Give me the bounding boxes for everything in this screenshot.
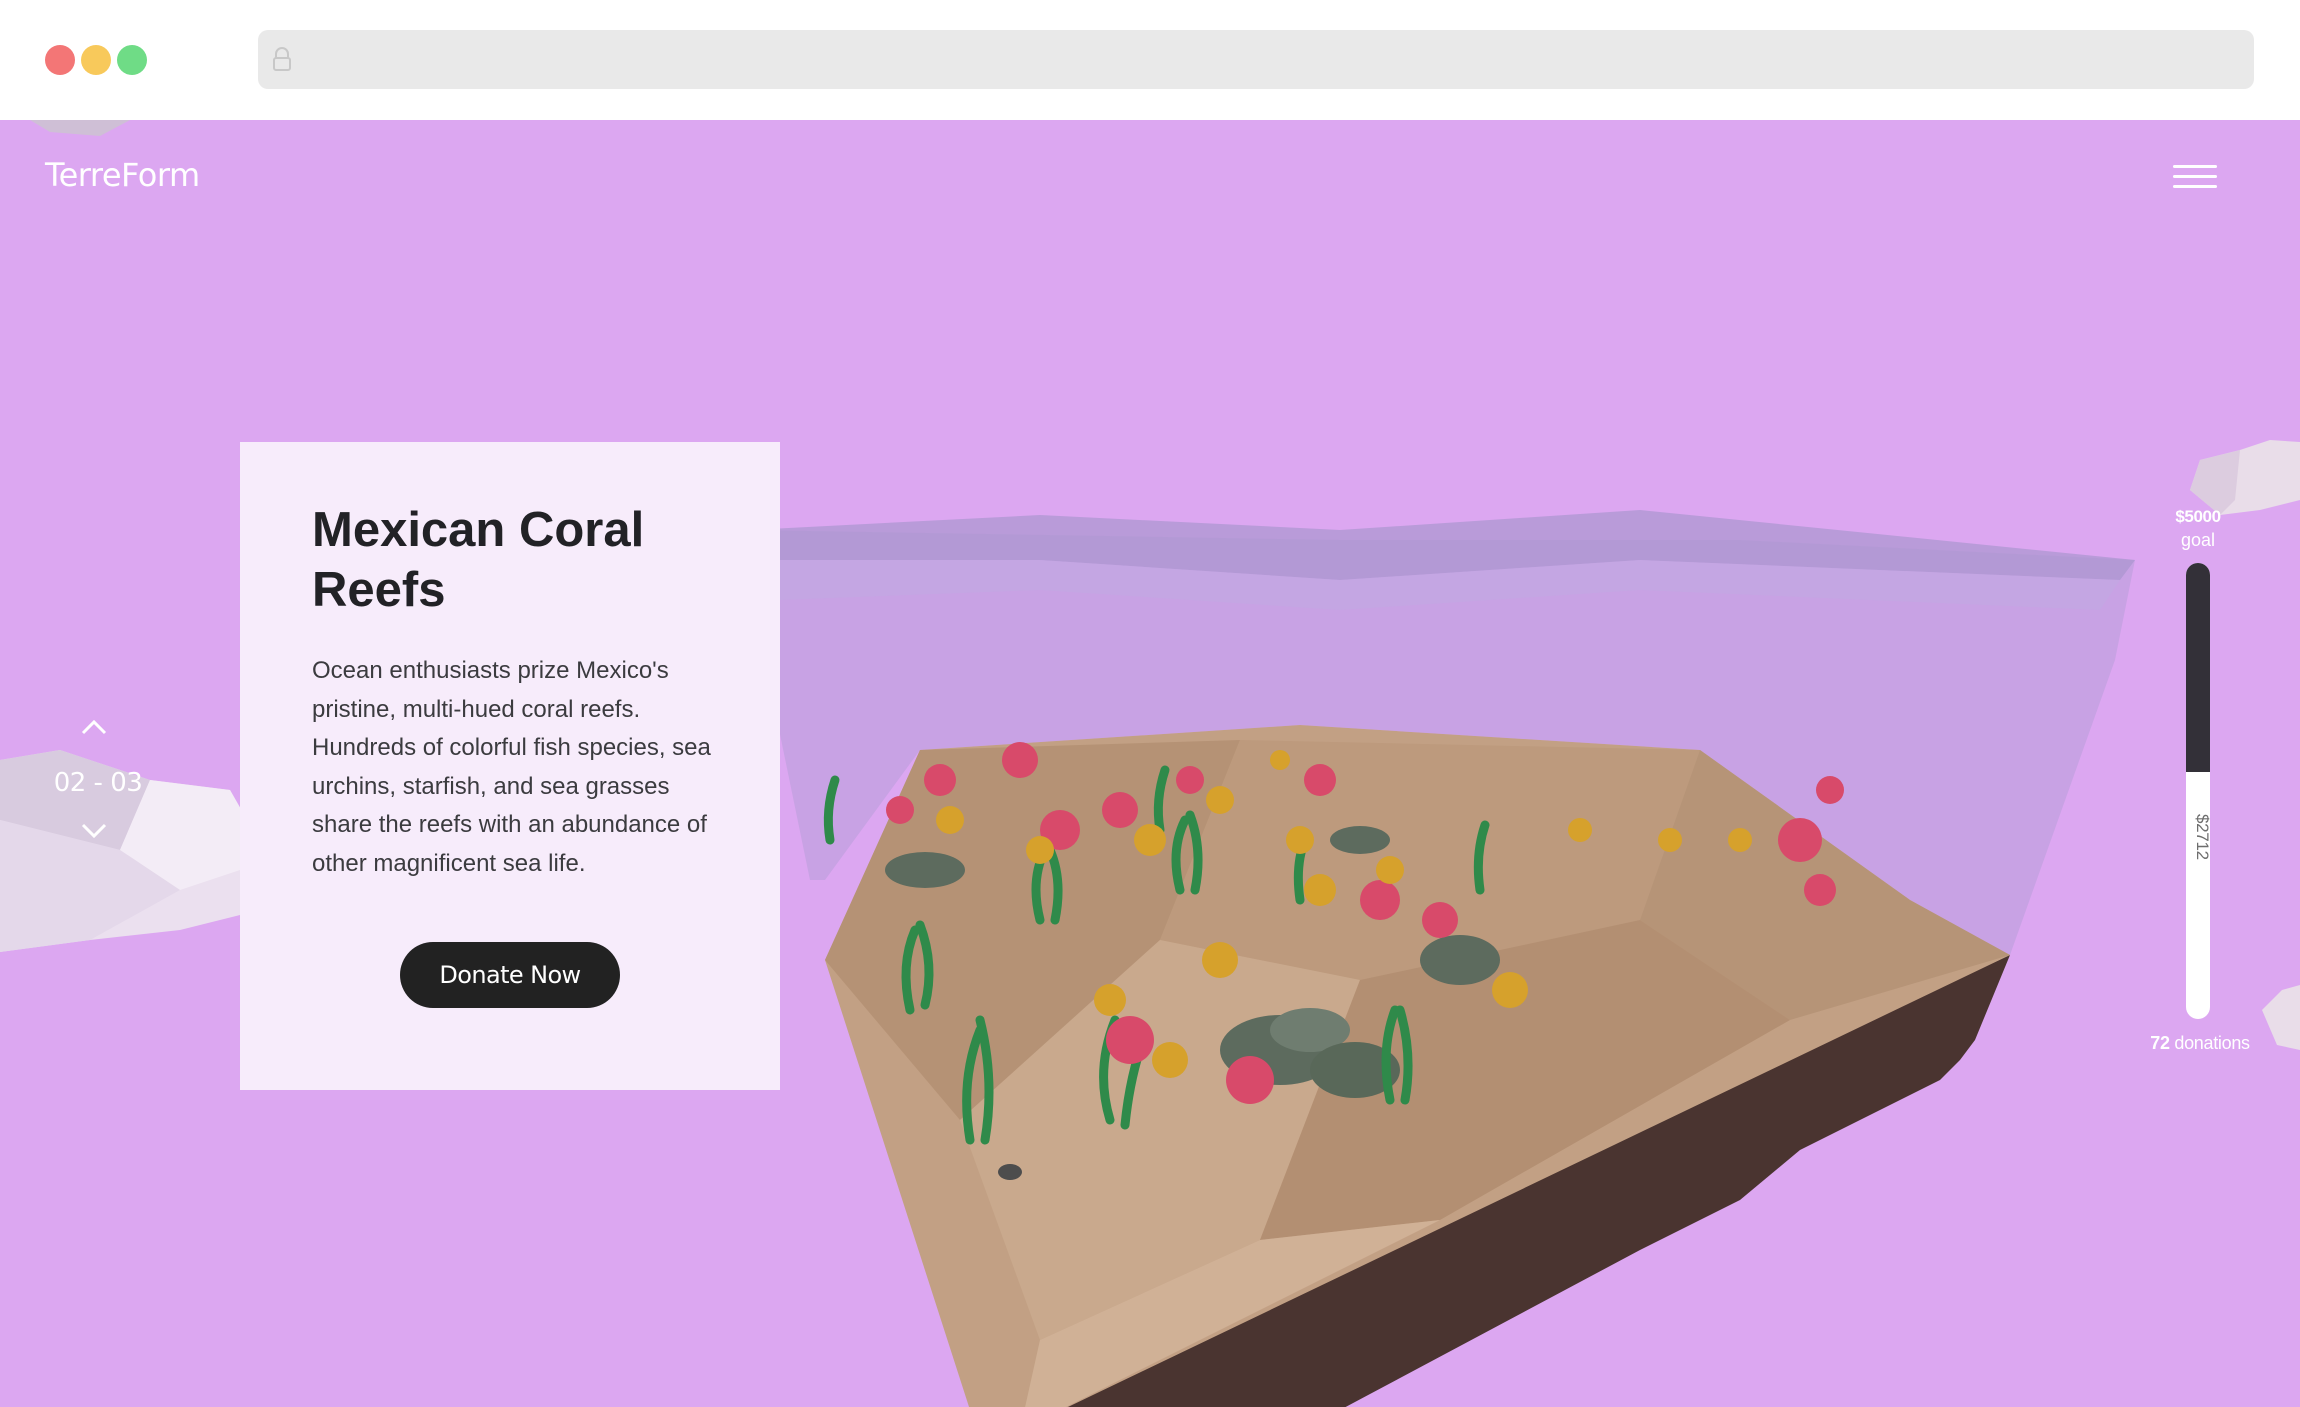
donations-count: 72 donations bbox=[2130, 1033, 2270, 1054]
raised-amount: $2712 bbox=[2193, 814, 2212, 860]
hamburger-menu-icon[interactable] bbox=[2173, 165, 2217, 191]
project-title: Mexican Coral Reefs bbox=[312, 503, 645, 617]
address-bar[interactable] bbox=[258, 30, 2254, 89]
project-info-card: Mexican Coral Reefs Ocean enthusiasts pr… bbox=[240, 442, 780, 1090]
donations-label: donations bbox=[2174, 1033, 2250, 1053]
donation-progress-bar bbox=[2186, 563, 2210, 1019]
donations-number: 72 bbox=[2150, 1033, 2170, 1053]
goal-amount: $5000 bbox=[2175, 507, 2221, 526]
description-scroll-area[interactable]: Ocean enthusiasts prize Mexico's pristin… bbox=[312, 652, 722, 880]
donate-now-button[interactable]: Donate Now bbox=[400, 942, 620, 1008]
goal-label: goal bbox=[2180, 530, 2216, 550]
brand-logo[interactable]: TerreForm bbox=[45, 156, 200, 194]
chevron-down-icon[interactable] bbox=[80, 822, 108, 840]
floating-rock-top-left bbox=[30, 120, 130, 136]
slide-counter: 02 - 03 bbox=[53, 768, 143, 798]
coral-reef-diorama bbox=[740, 510, 2135, 1407]
lock-icon bbox=[273, 47, 291, 71]
progress-remaining bbox=[2186, 563, 2210, 772]
chevron-up-icon[interactable] bbox=[80, 718, 108, 736]
window-minimize-button[interactable] bbox=[81, 45, 111, 75]
window-maximize-button[interactable] bbox=[117, 45, 147, 75]
window-close-button[interactable] bbox=[45, 45, 75, 75]
browser-toolbar bbox=[0, 0, 2300, 120]
project-description: Ocean enthusiasts prize Mexico's pristin… bbox=[312, 657, 711, 877]
page: TerreForm 02 - 03 Mexican Coral Reefs Oc… bbox=[0, 120, 2300, 1407]
